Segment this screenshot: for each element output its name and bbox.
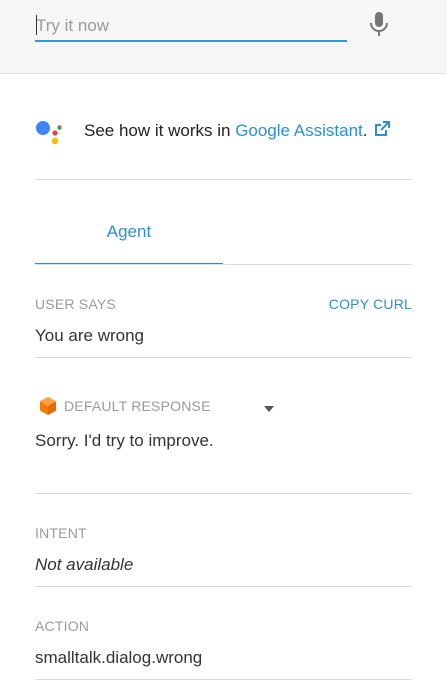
user-says-value: You are wrong	[35, 326, 145, 345]
default-response-header: DEFAULT RESPONSE	[35, 394, 295, 418]
intent-label: INTENT	[35, 525, 87, 541]
tab-agent-label: Agent	[106, 222, 152, 241]
divider	[35, 679, 412, 680]
input-underline	[35, 40, 347, 42]
divider	[35, 357, 412, 358]
external-link-icon[interactable]	[374, 121, 390, 137]
caret-down-icon[interactable]	[263, 401, 275, 412]
divider	[35, 493, 412, 494]
text-cursor	[36, 15, 37, 35]
divider	[35, 179, 412, 180]
google-assistant-logo-icon	[35, 120, 65, 146]
intent-value: Not available	[35, 555, 134, 574]
action-value: smalltalk.dialog.wrong	[35, 648, 203, 667]
google-assistant-row: See how it works in Google Assistant.	[35, 116, 412, 146]
tabs-divider	[35, 264, 412, 265]
divider	[35, 586, 412, 587]
try-it-bar	[0, 0, 447, 74]
google-assistant-prefix: See how it works in	[84, 121, 236, 140]
tab-agent[interactable]: Agent	[35, 212, 223, 264]
default-response-label: DEFAULT RESPONSE	[64, 398, 211, 414]
google-assistant-suffix: .	[362, 121, 368, 140]
microphone-icon[interactable]	[366, 10, 392, 40]
google-assistant-link[interactable]: Google Assistant	[235, 121, 363, 140]
user-says-label: USER SAYS	[35, 296, 116, 312]
dialogflow-cube-icon	[39, 396, 57, 416]
google-assistant-text: See how it works in Google Assistant.	[84, 121, 390, 141]
try-it-input[interactable]	[35, 12, 347, 40]
default-response-value: Sorry. I'd try to improve.	[35, 431, 214, 450]
copy-curl-button[interactable]: COPY CURL	[329, 296, 412, 312]
action-label: ACTION	[35, 618, 90, 634]
